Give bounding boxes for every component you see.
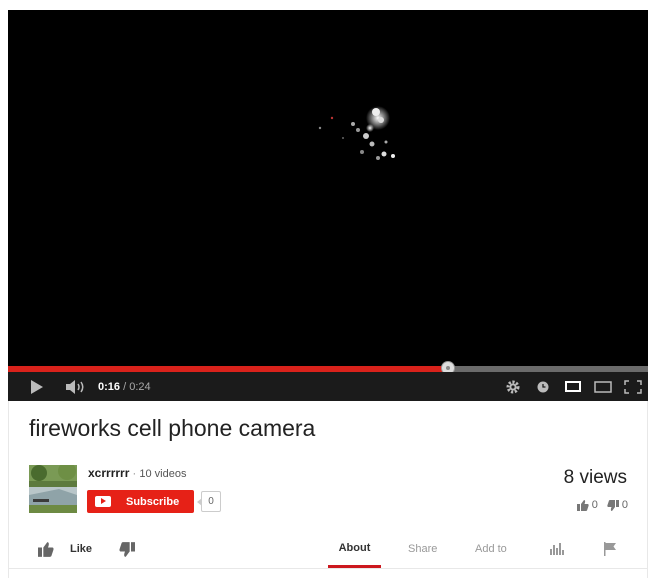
player-controls: 0:16 / 0:24 xyxy=(8,372,648,401)
video-title: fireworks cell phone camera xyxy=(29,415,316,441)
video-count[interactable]: 10 videos xyxy=(139,468,186,480)
volume-icon xyxy=(66,379,84,394)
time-display: 0:16 / 0:24 xyxy=(98,372,151,401)
watch-later-button[interactable] xyxy=(534,372,552,401)
channel-name[interactable]: xcrrrrrr xyxy=(88,466,129,480)
subscribe-button[interactable]: Subscribe xyxy=(87,490,194,513)
tab-share-label: Share xyxy=(408,543,438,555)
stats-button[interactable] xyxy=(550,530,564,568)
tab-add-to[interactable]: Add to xyxy=(475,530,507,568)
large-player-icon xyxy=(594,380,612,393)
small-player-icon xyxy=(565,381,581,392)
action-bar: Like About Share Add to xyxy=(8,530,648,568)
video-frame[interactable] xyxy=(8,10,648,366)
separator-dot: · xyxy=(132,466,137,480)
avatar-image xyxy=(29,465,77,513)
subscribe-label: Subscribe xyxy=(126,495,180,508)
like-count: 0 xyxy=(591,499,598,511)
tab-share[interactable]: Share xyxy=(408,530,437,568)
youtube-logo-icon xyxy=(95,496,111,507)
like-dislike-counts: 0 0 xyxy=(576,499,628,511)
bottom-divider xyxy=(8,568,648,569)
tab-add-to-label: Add to xyxy=(475,543,507,555)
tab-about[interactable]: About xyxy=(328,530,381,568)
play-icon xyxy=(31,379,43,394)
like-label: Like xyxy=(70,543,93,555)
clock-icon xyxy=(537,381,549,392)
small-player-button[interactable] xyxy=(563,372,583,401)
video-player[interactable]: 0:16 / 0:24 xyxy=(8,10,648,401)
current-time: 0:16 xyxy=(98,380,121,393)
subscriber-count: 0 xyxy=(197,491,221,512)
large-player-button[interactable] xyxy=(592,372,614,401)
dislike-count: 0 xyxy=(621,499,628,511)
flag-icon xyxy=(604,542,616,556)
thumbs-up-icon xyxy=(576,499,589,511)
tab-about-label: About xyxy=(338,541,371,554)
thumbs-down-icon xyxy=(607,499,619,511)
dislike-button[interactable] xyxy=(119,530,135,568)
channel-info: xcrrrrrr · 10 videos xyxy=(88,466,186,480)
thumbs-up-icon xyxy=(38,541,54,557)
thumbs-down-icon xyxy=(119,541,135,557)
volume-button[interactable] xyxy=(64,372,88,401)
fireworks-image xyxy=(318,106,395,160)
report-button[interactable] xyxy=(604,530,617,568)
settings-button[interactable] xyxy=(503,372,523,401)
like-button[interactable]: Like xyxy=(38,530,92,568)
gear-icon xyxy=(506,380,520,393)
view-count: 8 views xyxy=(563,467,627,488)
stats-icon xyxy=(550,543,564,555)
duration: / 0:24 xyxy=(123,380,151,393)
fullscreen-icon xyxy=(624,379,642,394)
play-button[interactable] xyxy=(26,372,48,401)
fullscreen-button[interactable] xyxy=(622,372,644,401)
channel-avatar[interactable] xyxy=(29,465,77,513)
